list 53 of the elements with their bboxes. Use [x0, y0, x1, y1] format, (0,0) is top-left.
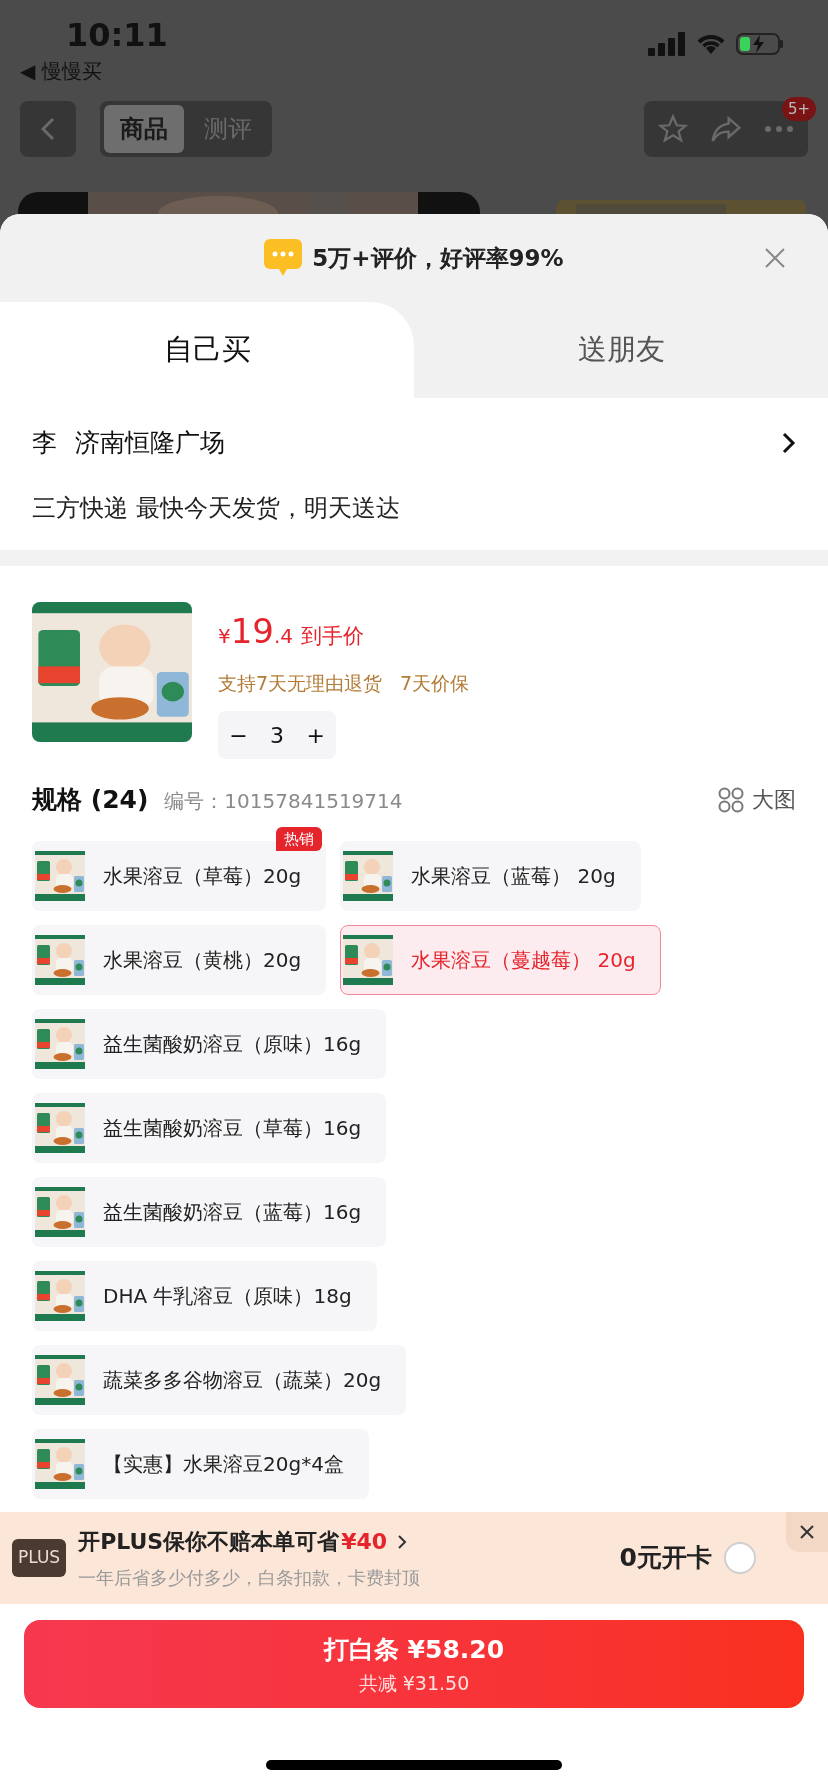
grid-icon [718, 786, 744, 813]
price-label: 到手价 [301, 622, 365, 650]
spec-option[interactable]: 益生菌酸奶溶豆（蓝莓）16g [32, 1176, 387, 1247]
battery-icon [736, 32, 784, 56]
plus-offer-title: 开PLUS保你不赔本单可省 [78, 1528, 340, 1556]
discount-text: 共减 ¥31.50 [358, 1670, 470, 1696]
star-icon[interactable] [658, 114, 688, 144]
back-icon [41, 117, 55, 141]
close-icon [764, 247, 786, 269]
price-symbol: ¥ [218, 622, 231, 650]
signal-icon [648, 32, 686, 56]
delivery-text: 三方快递 最快今天发货，明天送达 [32, 492, 401, 524]
share-icon[interactable] [710, 114, 742, 144]
spec-option[interactable]: 【实惠】水果溶豆20g*4盒 [32, 1428, 369, 1499]
chevron-right-icon[interactable] [397, 1533, 408, 1550]
spec-code: 编号：10157841519714 [164, 788, 403, 815]
spec-option[interactable]: 益生菌酸奶溶豆（原味）16g [32, 1008, 387, 1079]
hot-sale-badge: 热销 [276, 826, 323, 851]
quantity-value: 3 [270, 721, 284, 750]
wifi-icon [696, 32, 726, 56]
pay-label: 打白条 ¥58.20 [323, 1634, 505, 1666]
status-time: 10:11 [65, 15, 168, 56]
notification-badge: 5+ [781, 97, 816, 121]
spec-option[interactable]: 水果溶豆（蓝莓） 20g [340, 840, 641, 911]
pay-button[interactable]: 打白条 ¥58.20 共减 ¥31.50 [24, 1620, 804, 1708]
more-icon[interactable] [764, 125, 794, 133]
plus-offer-amount: ¥40 [341, 1528, 388, 1556]
tab[interactable]: 自己买 [0, 302, 414, 398]
comment-icon [264, 239, 303, 277]
price-integer: 19 [230, 609, 274, 653]
address-text: 济南恒隆广场 [75, 427, 225, 459]
spec-title: 规格 (24) [32, 784, 149, 816]
radio-button[interactable] [724, 1542, 756, 1574]
price-decimal: .4 [274, 622, 294, 650]
guarantee-text: 7天价保 [400, 670, 470, 696]
plus-badge: PLUS [12, 1539, 67, 1577]
back-button[interactable] [20, 101, 76, 157]
guarantee-text: 支持7天无理由退货 [218, 670, 383, 696]
spec-option[interactable]: 水果溶豆（黄桃）20g [32, 924, 327, 995]
decrease-button[interactable]: − [229, 718, 248, 752]
chevron-right-icon[interactable] [782, 431, 796, 454]
plus-offer-subtitle: 一年后省多少付多少，白条扣款，卡费封顶 [78, 1566, 422, 1590]
increase-button[interactable]: + [306, 718, 325, 752]
spec-option[interactable]: 蔬菜多多谷物溶豆（蔬菜）20g [32, 1344, 407, 1415]
recipient-name: 李 [32, 427, 57, 459]
close-icon [799, 1524, 815, 1540]
spec-option[interactable]: DHA 牛乳溶豆（原味）18g [32, 1260, 377, 1331]
big-view-button[interactable]: 大图 [718, 783, 796, 817]
spec-option[interactable]: 水果溶豆（蔓越莓） 20g [340, 924, 661, 995]
spec-option[interactable]: 益生菌酸奶溶豆（草莓）16g [32, 1092, 387, 1163]
rating-text: 5万+评价，好评率99% [312, 243, 564, 273]
open-card-text: 0元开卡 [619, 1542, 712, 1575]
close-button[interactable] [786, 1512, 828, 1552]
